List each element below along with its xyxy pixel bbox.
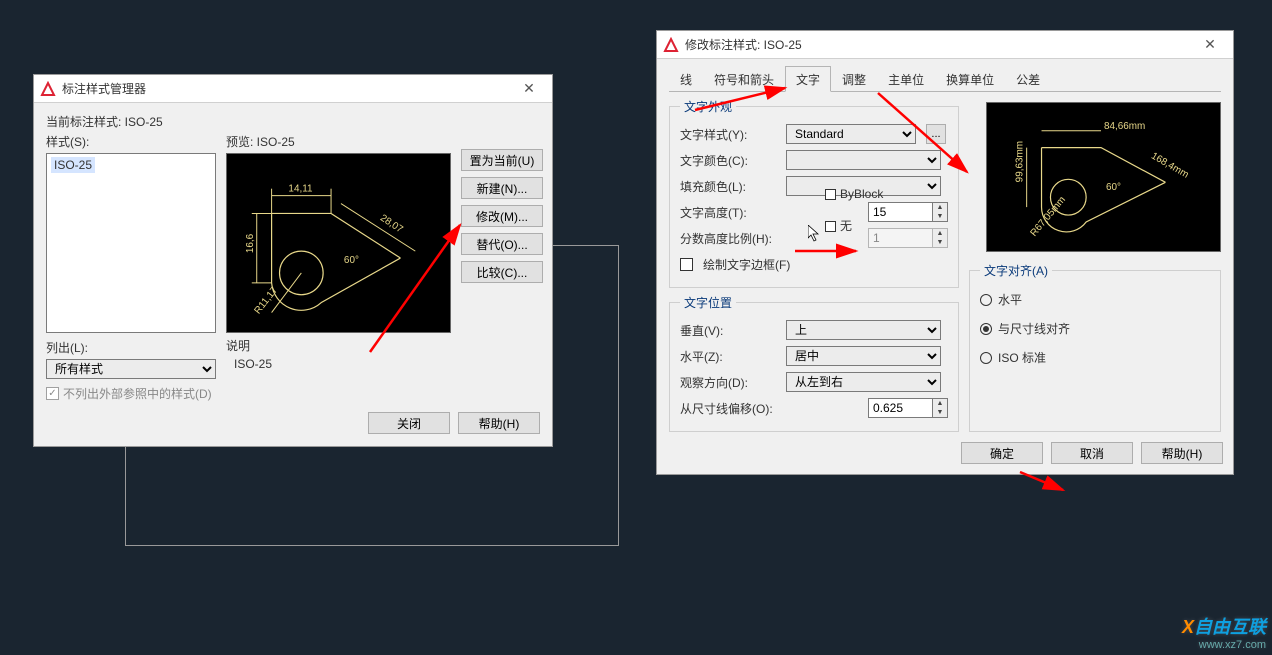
text-height-input[interactable] [868,202,933,222]
ok-button[interactable]: 确定 [961,442,1043,464]
spin-up-icon[interactable]: ▲ [933,399,947,408]
align-opt3-label: ISO 标准 [998,349,1046,366]
viewdir-select[interactable]: 从左到右 [786,372,941,392]
tab-symbol[interactable]: 符号和箭头 [703,66,785,92]
preview-pane: 14,11 16,6 28,07 60° R11,17 [226,153,451,333]
styles-listbox[interactable]: ISO-25 [46,153,216,333]
tab-text[interactable]: 文字 [785,66,831,92]
radio-icon[interactable] [980,323,992,335]
desc-label: 说明 [226,337,451,354]
check-icon: ✓ [46,387,59,400]
text-align-group: 文字对齐(A) 水平 与尺寸线对齐 ISO 标准 [969,262,1221,432]
spin-down-icon: ▼ [933,238,947,247]
modify-button[interactable]: 修改(M)... [461,205,543,227]
set-current-button[interactable]: 置为当前(U) [461,149,543,171]
appearance-legend: 文字外观 [680,98,736,115]
ext-ref-label: 不列出外部参照中的样式(D) [63,385,212,402]
watermark: X自由互联 www.xz7.com [1182,613,1266,651]
svg-text:28,07: 28,07 [378,213,405,236]
spin-down-icon[interactable]: ▼ [933,408,947,417]
preview-label: 预览: ISO-25 [226,133,451,150]
close-button[interactable]: 关闭 [368,412,450,434]
compare-button[interactable]: 比较(C)... [461,261,543,283]
text-style-select[interactable]: Standard [786,124,916,144]
svg-text:14,11: 14,11 [288,184,313,195]
vertical-label: 垂直(V): [680,322,780,339]
horizontal-label: 水平(Z): [680,348,780,365]
placement-legend: 文字位置 [680,294,736,311]
ext-ref-checkbox: ✓ 不列出外部参照中的样式(D) [46,385,216,402]
align-horizontal-radio[interactable]: 水平 [980,285,1210,314]
text-frame-checkbox[interactable]: 绘制文字边框(F) [680,251,948,277]
align-dimline-radio[interactable]: 与尺寸线对齐 [980,314,1210,343]
text-appearance-group: 文字外观 文字样式(Y): Standard ... 文字颜色(C): 填充颜色… [669,98,959,288]
listout-select[interactable]: 所有样式 [46,359,216,379]
offset-spinner[interactable]: ▲▼ [868,398,948,418]
dialog1-title: 标注样式管理器 [62,80,512,97]
text-color-select[interactable] [786,150,941,170]
horizontal-select[interactable]: 居中 [786,346,941,366]
list-item[interactable]: ISO-25 [51,157,95,173]
tab-line[interactable]: 线 [669,66,703,92]
checkbox-icon[interactable] [680,258,693,271]
align-legend: 文字对齐(A) [980,262,1052,279]
svg-text:16,6: 16,6 [245,233,256,253]
text-frame-label: 绘制文字边框(F) [703,256,790,273]
svg-text:99,63mm: 99,63mm [1015,141,1026,182]
help-button[interactable]: 帮助(H) [458,412,540,434]
fill-color-select[interactable] [786,176,941,196]
tab-alt[interactable]: 换算单位 [935,66,1005,92]
fill-color-label: 填充颜色(L): [680,178,780,195]
offset-input[interactable] [868,398,933,418]
text-height-spinner[interactable]: ▲▼ [868,202,948,222]
modify-dim-style-dialog: 修改标注样式: ISO-25 ✕ 线 符号和箭头 文字 调整 主单位 换算单位 … [656,30,1234,475]
spin-down-icon[interactable]: ▼ [933,212,947,221]
offset-label: 从尺寸线偏移(O): [680,400,810,417]
styles-label: 样式(S): [46,133,216,150]
align-opt1-label: 水平 [998,291,1022,308]
text-style-browse-button[interactable]: ... [926,124,946,144]
cancel-button[interactable]: 取消 [1051,442,1133,464]
spin-up-icon[interactable]: ▲ [933,203,947,212]
radio-icon[interactable] [980,294,992,306]
tab-fit[interactable]: 调整 [831,66,877,92]
frac-height-input [868,228,933,248]
frac-height-spinner: ▲▼ [868,228,948,248]
frac-height-label: 分数高度比例(H): [680,230,800,247]
new-button[interactable]: 新建(N)... [461,177,543,199]
text-color-label: 文字颜色(C): [680,152,780,169]
desc-value: ISO-25 [226,357,451,371]
dialog1-titlebar[interactable]: 标注样式管理器 ✕ [34,75,552,103]
svg-text:60°: 60° [344,255,359,266]
listout-label: 列出(L): [46,339,216,356]
svg-text:R11,17: R11,17 [252,285,280,317]
text-placement-group: 文字位置 垂直(V): 上 水平(Z): 居中 观察方向(D): 从左到右 从 [669,294,959,432]
viewdir-label: 观察方向(D): [680,374,780,391]
radio-icon[interactable] [980,352,992,364]
preview-pane: 84,66mm 99,63mm 168,4mm 60° R67,05mm [986,102,1221,252]
svg-text:84,66mm: 84,66mm [1104,121,1145,132]
close-icon[interactable]: ✕ [512,80,546,97]
dialog2-titlebar[interactable]: 修改标注样式: ISO-25 ✕ [657,31,1233,59]
text-style-label: 文字样式(Y): [680,126,780,143]
override-button[interactable]: 替代(O)... [461,233,543,255]
tab-tol[interactable]: 公差 [1005,66,1051,92]
tab-bar: 线 符号和箭头 文字 调整 主单位 换算单位 公差 [669,65,1221,92]
vertical-select[interactable]: 上 [786,320,941,340]
spin-up-icon: ▲ [933,229,947,238]
dialog2-title: 修改标注样式: ISO-25 [685,36,1193,53]
text-height-label: 文字高度(T): [680,204,780,221]
align-iso-radio[interactable]: ISO 标准 [980,343,1210,372]
dimension-style-manager-dialog: 标注样式管理器 ✕ 当前标注样式: ISO-25 样式(S): ISO-25 列… [33,74,553,447]
help-button[interactable]: 帮助(H) [1141,442,1223,464]
current-style-label: 当前标注样式: ISO-25 [46,113,540,130]
align-opt2-label: 与尺寸线对齐 [998,320,1070,337]
close-icon[interactable]: ✕ [1193,36,1227,53]
svg-text:60°: 60° [1106,182,1121,193]
app-icon [40,81,56,97]
tab-primary[interactable]: 主单位 [877,66,935,92]
app-icon [663,37,679,53]
